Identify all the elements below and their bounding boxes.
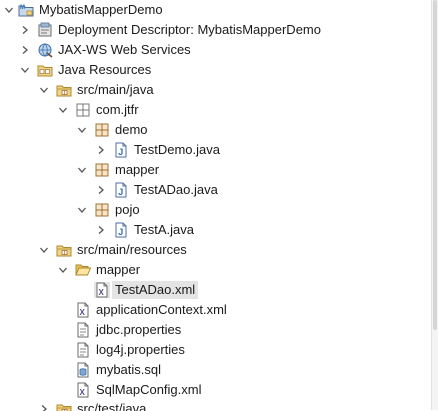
- tree-item-file-mybatis-sql[interactable]: mybatis.sql: [0, 360, 432, 380]
- tree-item-label: src/main/resources: [77, 242, 187, 257]
- tree-item-label: mapper: [115, 162, 160, 177]
- chevron-right-icon[interactable]: [94, 142, 108, 158]
- tree-item-file-log4j-properties[interactable]: log4j.properties: [0, 340, 432, 360]
- web-project-icon: [18, 2, 34, 18]
- tree-item-label: SqlMapConfig.xml: [96, 382, 202, 397]
- tree-item-file-testdemo-java[interactable]: TestDemo.java: [0, 140, 432, 160]
- java-resources-icon: [37, 62, 53, 78]
- source-folder-icon: [56, 242, 72, 258]
- tree-item-label: TestA.java: [134, 222, 194, 237]
- tree-item-folder-mapper[interactable]: mapper: [0, 260, 432, 280]
- tree-item-package-mapper[interactable]: mapper: [0, 160, 432, 180]
- package-icon: [94, 162, 110, 178]
- tree-item-label: JAX-WS Web Services: [58, 42, 191, 57]
- chevron-down-icon[interactable]: [75, 122, 89, 138]
- properties-file-icon: [75, 342, 91, 358]
- tree-item-label: src/main/java: [77, 82, 154, 97]
- sql-file-icon: [75, 362, 91, 378]
- chevron-down-icon[interactable]: [75, 202, 89, 218]
- tree-item-label: applicationContext.xml: [96, 302, 227, 317]
- tree-item-label: demo: [115, 122, 148, 137]
- scrollbar-thumb[interactable]: [433, 0, 437, 330]
- tree-item-file-testadao-java[interactable]: TestADao.java: [0, 180, 432, 200]
- tree-item-package-com-jtfr[interactable]: com.jtfr: [0, 100, 432, 120]
- tree-item-file-testadao-xml[interactable]: TestADao.xml: [0, 280, 432, 300]
- tree-item-label: Deployment Descriptor: MybatisMapperDemo: [58, 22, 321, 37]
- tree-item-java-resources[interactable]: Java Resources: [0, 60, 432, 80]
- tree-item-label: MybatisMapperDemo: [39, 2, 163, 17]
- tree-item-file-testa-java[interactable]: TestA.java: [0, 220, 432, 240]
- tree-item-package-demo[interactable]: demo: [0, 120, 432, 140]
- tree-item-file-applicationcontext-xml[interactable]: applicationContext.xml: [0, 300, 432, 320]
- java-file-icon: [113, 222, 129, 238]
- tree-item-project[interactable]: MybatisMapperDemo: [0, 0, 432, 20]
- chevron-down-icon[interactable]: [56, 262, 70, 278]
- tree-item-file-jdbc-properties[interactable]: jdbc.properties: [0, 320, 432, 340]
- tree-item-label: mapper: [96, 262, 141, 277]
- chevron-right-icon[interactable]: [18, 42, 32, 58]
- tree-item-label: com.jtfr: [96, 102, 139, 117]
- chevron-right-icon[interactable]: [94, 222, 108, 238]
- tree-item-label: Java Resources: [58, 62, 152, 77]
- tree-item-label: log4j.properties: [96, 342, 185, 357]
- tree-item-src-main-java[interactable]: src/main/java: [0, 80, 432, 100]
- deployment-descriptor-icon: [37, 22, 53, 38]
- chevron-down-icon[interactable]: [37, 82, 51, 98]
- tree-item-label: src/test/java: [77, 401, 147, 411]
- chevron-down-icon[interactable]: [2, 2, 16, 18]
- project-explorer-tree: MybatisMapperDemo Deployment Descriptor:…: [0, 0, 432, 411]
- properties-file-icon: [75, 322, 91, 338]
- tree-item-package-pojo[interactable]: pojo: [0, 200, 432, 220]
- tree-item-label: jdbc.properties: [96, 322, 182, 337]
- tree-item-jaxws[interactable]: JAX-WS Web Services: [0, 40, 432, 60]
- tree-item-file-sqlmapconfig-xml[interactable]: SqlMapConfig.xml: [0, 380, 432, 400]
- tree-item-label: TestADao.xml: [112, 281, 199, 299]
- tree-item-src-main-resources[interactable]: src/main/resources: [0, 240, 432, 260]
- tree-item-label: mybatis.sql: [96, 362, 162, 377]
- chevron-down-icon[interactable]: [56, 102, 70, 118]
- package-icon: [75, 102, 91, 118]
- package-icon: [94, 122, 110, 138]
- chevron-right-icon[interactable]: [18, 22, 32, 38]
- tree-item-src-test-java[interactable]: src/test/java: [0, 399, 432, 411]
- xml-file-icon: [75, 302, 91, 318]
- source-folder-icon: [56, 82, 72, 98]
- java-file-icon: [113, 182, 129, 198]
- chevron-down-icon[interactable]: [75, 162, 89, 178]
- chevron-right-icon[interactable]: [94, 182, 108, 198]
- java-file-icon: [113, 142, 129, 158]
- tree-item-label: TestADao.java: [134, 182, 218, 197]
- package-icon: [94, 202, 110, 218]
- xml-file-icon: [75, 382, 91, 398]
- open-folder-icon: [75, 262, 91, 278]
- chevron-down-icon[interactable]: [18, 62, 32, 78]
- chevron-down-icon[interactable]: [37, 242, 51, 258]
- vertical-scrollbar[interactable]: [431, 0, 438, 410]
- web-services-icon: [37, 42, 53, 58]
- tree-item-label: pojo: [115, 202, 140, 217]
- tree-item-label: TestDemo.java: [134, 142, 220, 157]
- xml-file-icon: [94, 282, 110, 298]
- tree-item-deployment-descriptor[interactable]: Deployment Descriptor: MybatisMapperDemo: [0, 20, 432, 40]
